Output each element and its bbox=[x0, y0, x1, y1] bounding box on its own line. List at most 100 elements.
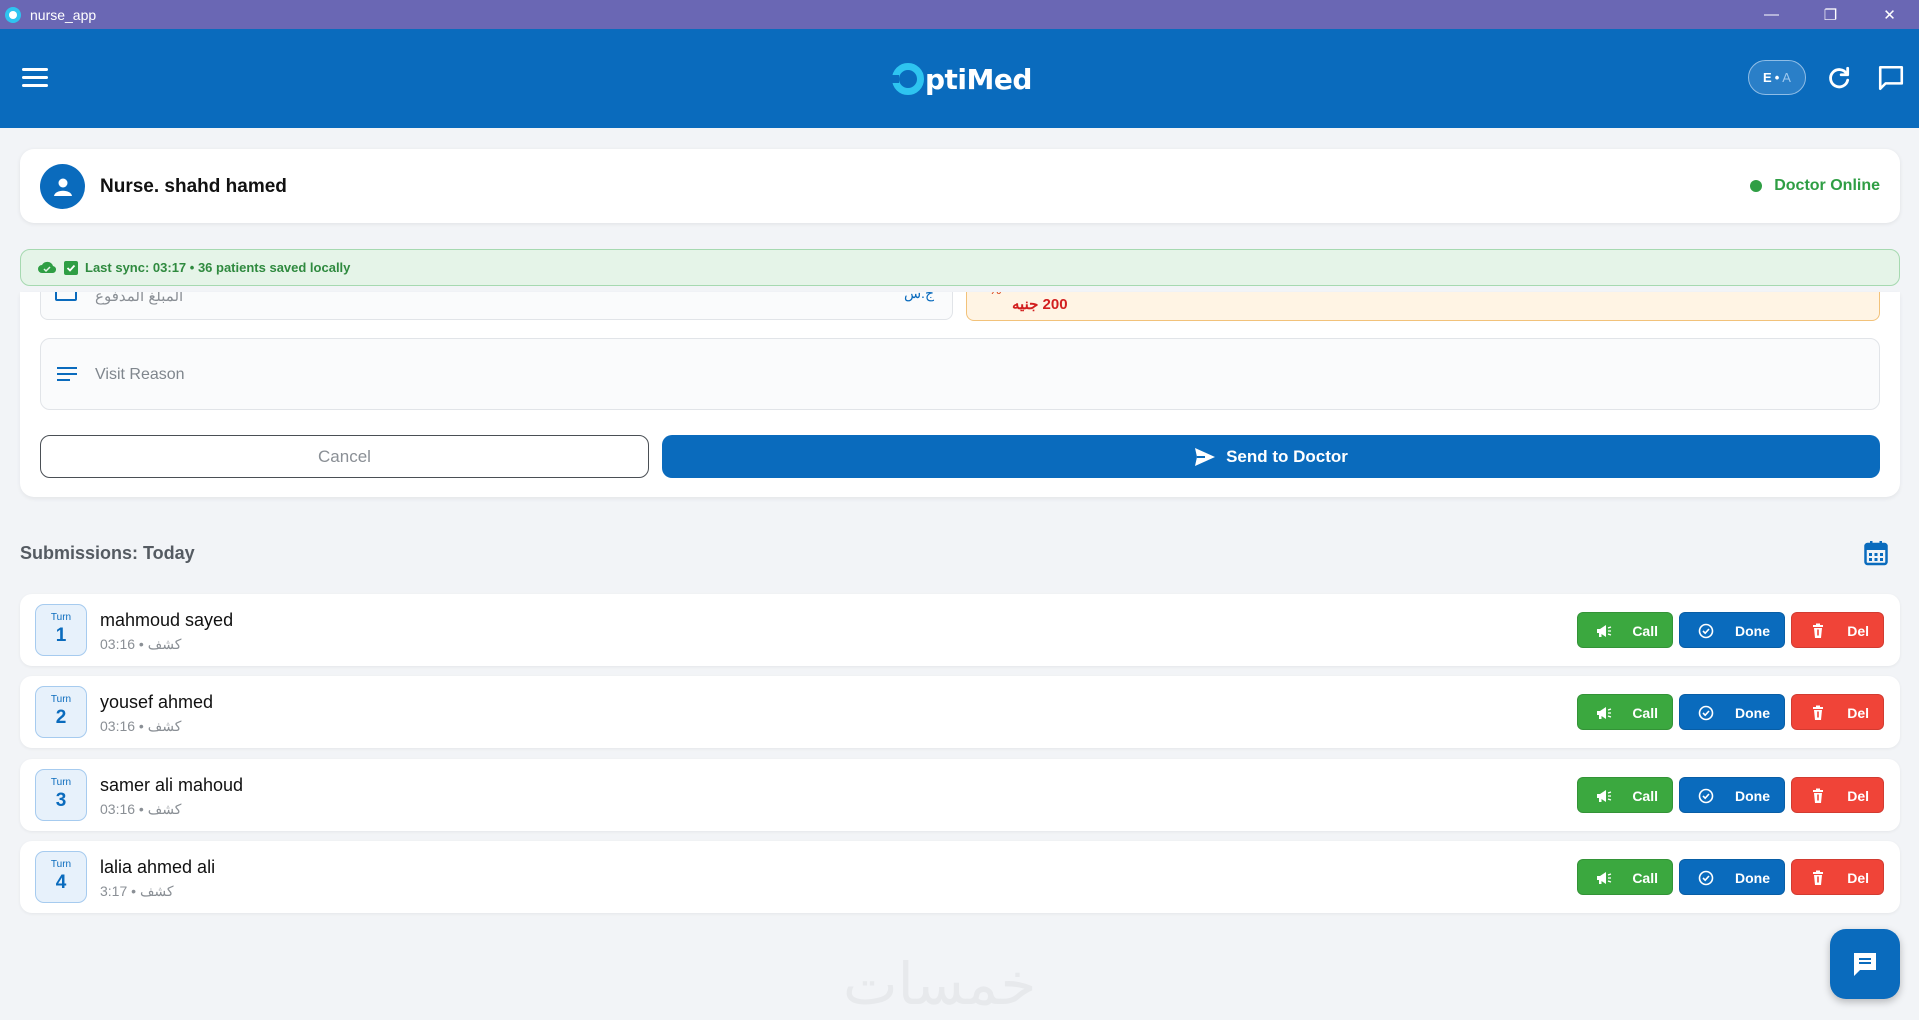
trash-icon bbox=[1813, 870, 1823, 885]
done-button[interactable]: Done bbox=[1679, 859, 1785, 895]
megaphone-icon bbox=[1597, 872, 1612, 884]
visit-type: كشف bbox=[147, 636, 182, 652]
megaphone-icon bbox=[1597, 790, 1612, 802]
delete-button[interactable]: Del bbox=[1791, 694, 1884, 730]
refresh-icon[interactable] bbox=[1826, 65, 1852, 91]
chat-fab-button[interactable] bbox=[1830, 929, 1900, 999]
turn-number: 1 bbox=[55, 625, 67, 646]
doctor-status-label: Doctor Online bbox=[1774, 177, 1880, 194]
patient-meta: 03:16 • كشف bbox=[100, 718, 182, 734]
visit-reason-field[interactable] bbox=[40, 338, 1880, 410]
visit-reason-input[interactable] bbox=[95, 361, 1795, 389]
window-controls: — ❐ ✕ bbox=[1742, 0, 1919, 29]
patient-form-card: المبلغ المدفوع ج.س % 200 جنيه Cancel Sen… bbox=[20, 292, 1900, 497]
check-circle-icon bbox=[1698, 623, 1714, 639]
visit-type: كشف bbox=[147, 718, 182, 734]
delete-label: Del bbox=[1847, 788, 1869, 804]
send-to-doctor-label: Send to Doctor bbox=[1226, 446, 1348, 466]
turn-label: Turn bbox=[50, 859, 72, 870]
check-circle-icon bbox=[1698, 705, 1714, 721]
turn-label: Turn bbox=[50, 612, 72, 623]
delete-button[interactable]: Del bbox=[1791, 777, 1884, 813]
close-button[interactable]: ✕ bbox=[1860, 0, 1919, 29]
submission-row: Turn 2 yousef ahmed 03:16 • كشف Call Done Del bbox=[20, 676, 1900, 748]
checkbox-checked-icon bbox=[64, 260, 78, 275]
call-button[interactable]: Call bbox=[1577, 694, 1673, 730]
send-icon bbox=[1195, 447, 1216, 466]
turn-badge: Turn 3 bbox=[35, 769, 87, 821]
trash-icon bbox=[1813, 623, 1823, 638]
amount-paid-label: المبلغ المدفوع bbox=[95, 292, 184, 305]
megaphone-icon bbox=[1597, 707, 1612, 719]
done-button[interactable]: Done bbox=[1679, 612, 1785, 648]
notes-icon bbox=[57, 367, 77, 385]
call-label: Call bbox=[1632, 705, 1658, 721]
window-title: nurse_app bbox=[30, 6, 97, 23]
trash-icon bbox=[1813, 788, 1823, 803]
payment-icon bbox=[55, 292, 77, 301]
submission-row: Turn 1 mahmoud sayed 03:16 • كشف Call Done Del bbox=[20, 594, 1900, 666]
message-icon bbox=[1854, 953, 1876, 976]
done-button[interactable]: Done bbox=[1679, 777, 1785, 813]
calendar-icon[interactable] bbox=[1864, 540, 1888, 566]
visit-type: كشف bbox=[147, 801, 182, 817]
app-icon bbox=[5, 6, 21, 23]
submission-row: Turn 4 lalia ahmed ali 3:17 • كشف Call Done De… bbox=[20, 841, 1900, 913]
language-toggle[interactable]: E • A bbox=[1748, 60, 1806, 95]
patient-meta: 3:17 • كشف bbox=[100, 883, 174, 899]
amount-paid-field[interactable]: المبلغ المدفوع ج.س bbox=[40, 292, 953, 320]
send-to-doctor-button[interactable]: Send to Doctor bbox=[662, 435, 1880, 478]
turn-number: 4 bbox=[55, 872, 67, 893]
patient-name: yousef ahmed bbox=[100, 692, 214, 712]
price-text: 200 جنيه bbox=[1012, 296, 1068, 313]
turn-label: Turn bbox=[50, 694, 72, 705]
call-label: Call bbox=[1632, 623, 1658, 639]
lang-inactive: A bbox=[1782, 70, 1791, 85]
check-circle-icon bbox=[1698, 870, 1714, 886]
sync-banner: Last sync: 03:17 • 36 patients saved loc… bbox=[20, 249, 1900, 286]
turn-badge: Turn 4 bbox=[35, 851, 87, 903]
turn-badge: Turn 1 bbox=[35, 604, 87, 656]
turn-number: 3 bbox=[55, 790, 67, 811]
done-button[interactable]: Done bbox=[1679, 694, 1785, 730]
delete-label: Del bbox=[1847, 870, 1869, 886]
cloud-done-icon bbox=[38, 261, 56, 274]
restore-button[interactable]: ❐ bbox=[1801, 0, 1860, 29]
submissions-title: Submissions: Today bbox=[20, 543, 195, 563]
patient-meta: 03:16 • كشف bbox=[100, 636, 182, 652]
cancel-button[interactable]: Cancel bbox=[40, 435, 649, 478]
currency-suffix: ج.س bbox=[903, 292, 934, 301]
patient-name: samer ali mahoud bbox=[100, 775, 244, 795]
patient-meta: 03:16 • كشف bbox=[100, 801, 182, 817]
menu-icon[interactable] bbox=[22, 68, 48, 88]
discount-icon: % bbox=[989, 292, 1001, 297]
price-info-box: % 200 جنيه bbox=[966, 292, 1880, 321]
nurse-name: Nurse. shahd hamed bbox=[100, 176, 287, 197]
sync-status-text: Last sync: 03:17 • 36 patients saved loc… bbox=[85, 260, 351, 275]
megaphone-icon bbox=[1597, 625, 1612, 637]
turn-label: Turn bbox=[50, 777, 72, 788]
delete-button[interactable]: Del bbox=[1791, 859, 1884, 895]
visit-type: كشف bbox=[139, 883, 174, 899]
call-button[interactable]: Call bbox=[1577, 612, 1673, 648]
status-dot-icon bbox=[1750, 180, 1763, 192]
patient-name: lalia ahmed ali bbox=[100, 857, 216, 877]
user-avatar-icon bbox=[40, 164, 85, 209]
app-header: ptiMed E • A bbox=[0, 29, 1919, 128]
delete-label: Del bbox=[1847, 705, 1869, 721]
check-circle-icon bbox=[1698, 788, 1714, 804]
patient-name: mahmoud sayed bbox=[100, 610, 234, 630]
submission-row: Turn 3 samer ali mahoud 03:16 • كشف Call Done… bbox=[20, 759, 1900, 831]
minimize-button[interactable]: — bbox=[1742, 0, 1801, 29]
watermark: خمسات bbox=[843, 950, 1037, 1018]
optimed-logo: ptiMed bbox=[891, 59, 1032, 99]
done-label: Done bbox=[1735, 623, 1770, 639]
turn-badge: Turn 2 bbox=[35, 686, 87, 738]
delete-button[interactable]: Del bbox=[1791, 612, 1884, 648]
submission-time: 03:16 bbox=[100, 801, 136, 817]
call-button[interactable]: Call bbox=[1577, 777, 1673, 813]
logo-o-mark bbox=[891, 63, 924, 95]
call-button[interactable]: Call bbox=[1577, 859, 1673, 895]
chat-icon[interactable] bbox=[1877, 65, 1905, 91]
logo-text: ptiMed bbox=[925, 62, 1032, 96]
